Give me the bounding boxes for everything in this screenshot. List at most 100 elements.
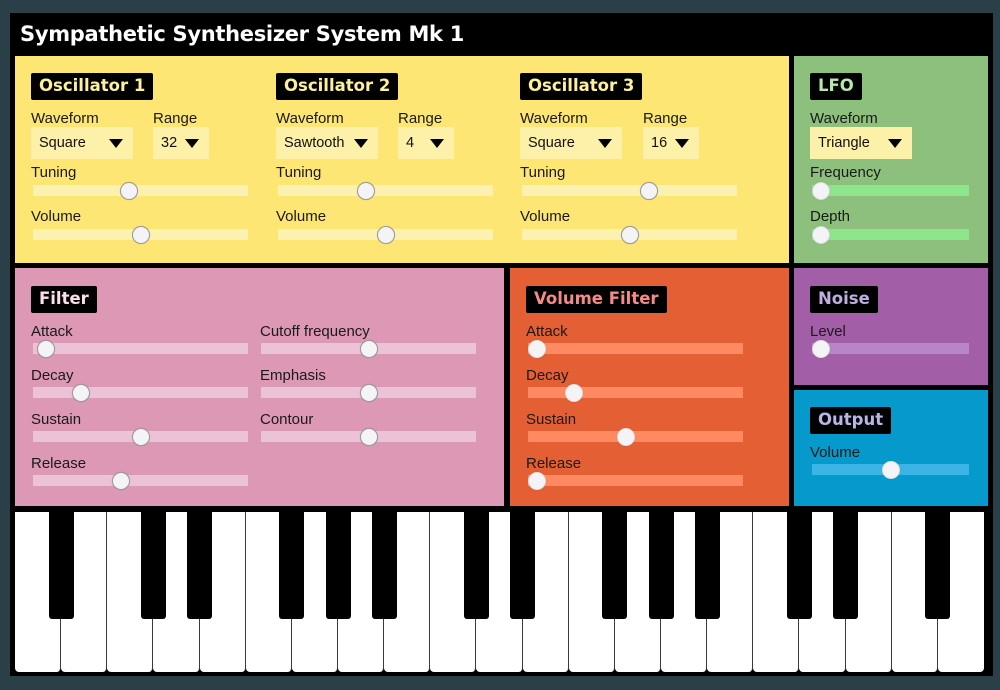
filter-cutoff-slider[interactable] — [261, 339, 476, 358]
oscillator-2-volume-slider[interactable] — [278, 225, 493, 244]
oscillator-3-title: Oscillator 3 — [520, 73, 643, 100]
oscillator-3-tuning-label: Tuning — [520, 164, 566, 181]
slider-thumb[interactable] — [376, 225, 395, 244]
slider-thumb[interactable] — [359, 427, 378, 446]
filter-cutoff-label: Cutoff frequency — [260, 323, 370, 340]
black-key-a-sharp[interactable] — [371, 512, 397, 619]
black-key-g-sharp[interactable] — [325, 512, 351, 619]
lfo-depth-slider[interactable] — [812, 225, 969, 244]
black-key-d-sharp[interactable] — [187, 512, 213, 619]
chevron-down-icon — [354, 138, 368, 148]
piano-keyboard — [15, 512, 984, 672]
filter-decay-slider[interactable] — [33, 383, 248, 402]
slider-thumb[interactable] — [119, 181, 138, 200]
slider-thumb[interactable] — [131, 225, 150, 244]
oscillator-3-tuning-slider[interactable] — [522, 181, 737, 200]
black-key-d-sharp[interactable] — [510, 512, 536, 619]
oscillator-1-range-label: Range — [153, 110, 198, 127]
black-key-f-sharp[interactable] — [925, 512, 951, 619]
filter-contour-slider[interactable] — [261, 427, 476, 446]
oscillator-1-waveform-value: Square — [39, 135, 86, 151]
filter-sustain-label: Sustain — [31, 411, 82, 428]
lfo-frequency-label: Frequency — [810, 164, 881, 181]
output-panel: Output Volume — [794, 390, 988, 506]
slider-thumb[interactable] — [131, 427, 150, 446]
oscillator-3-range-value: 16 — [651, 135, 668, 151]
oscillators-panel: Oscillator 1 Waveform Square Range 32 Tu… — [15, 56, 789, 263]
oscillator-2-range-value: 4 — [406, 135, 415, 151]
oscillator-3-range-label: Range — [643, 110, 688, 127]
volume-filter-decay-label: Decay — [526, 367, 569, 384]
black-key-f-sharp[interactable] — [279, 512, 305, 619]
oscillator-1-title: Oscillator 1 — [31, 73, 154, 100]
black-key-c-sharp[interactable] — [463, 512, 489, 619]
oscillator-1-range-select[interactable]: 32 — [153, 127, 209, 159]
oscillator-3-volume-label: Volume — [520, 208, 571, 225]
black-key-c-sharp[interactable] — [786, 512, 812, 619]
oscillator-3-waveform-value: Square — [528, 135, 575, 151]
oscillator-1-waveform-label: Waveform — [31, 110, 99, 127]
slider-thumb[interactable] — [359, 383, 378, 402]
black-key-c-sharp[interactable] — [140, 512, 166, 619]
oscillator-1-tuning-label: Tuning — [31, 164, 77, 181]
slider-thumb[interactable] — [565, 383, 584, 402]
slider-thumb[interactable] — [881, 460, 900, 479]
oscillator-2-range-label: Range — [398, 110, 443, 127]
lfo-panel: LFO Waveform Triangle Frequency Depth — [794, 56, 988, 263]
black-key-d-sharp[interactable] — [833, 512, 859, 619]
slider-thumb[interactable] — [812, 225, 830, 244]
filter-sustain-slider[interactable] — [33, 427, 248, 446]
volume-filter-attack-label: Attack — [526, 323, 568, 340]
oscillator-1-waveform-select[interactable]: Square — [31, 127, 133, 159]
oscillator-2-range-select[interactable]: 4 — [398, 127, 454, 159]
slider-thumb[interactable] — [72, 383, 91, 402]
filter-release-slider[interactable] — [33, 471, 248, 490]
slider-thumb[interactable] — [36, 339, 55, 358]
output-volume-slider[interactable] — [812, 460, 969, 479]
oscillator-2-waveform-value: Sawtooth — [284, 135, 345, 151]
lfo-waveform-label: Waveform — [810, 110, 878, 127]
volume-filter-title: Volume Filter — [526, 286, 667, 313]
volume-filter-release-slider[interactable] — [528, 471, 743, 490]
black-key-g-sharp[interactable] — [648, 512, 674, 619]
chevron-down-icon — [598, 138, 612, 148]
slider-thumb[interactable] — [528, 339, 546, 358]
slider-thumb[interactable] — [620, 225, 639, 244]
oscillator-3-volume-slider[interactable] — [522, 225, 737, 244]
slider-thumb[interactable] — [528, 471, 546, 490]
volume-filter-sustain-slider[interactable] — [528, 427, 743, 446]
black-key-a-sharp[interactable] — [48, 512, 74, 619]
noise-level-slider[interactable] — [812, 339, 969, 358]
filter-decay-label: Decay — [31, 367, 74, 384]
filter-attack-label: Attack — [31, 323, 73, 340]
volume-filter-release-label: Release — [526, 455, 582, 472]
lfo-waveform-value: Triangle — [818, 135, 870, 151]
oscillator-3-range-select[interactable]: 16 — [643, 127, 699, 159]
black-key-f-sharp[interactable] — [602, 512, 628, 619]
noise-level-label: Level — [810, 323, 846, 340]
chevron-down-icon — [185, 138, 199, 148]
oscillator-1-volume-slider[interactable] — [33, 225, 248, 244]
lfo-waveform-select[interactable]: Triangle — [810, 127, 912, 159]
slider-thumb[interactable] — [356, 181, 375, 200]
slider-thumb[interactable] — [812, 339, 830, 358]
slider-thumb[interactable] — [812, 181, 830, 200]
oscillator-3-waveform-select[interactable]: Square — [520, 127, 622, 159]
slider-thumb[interactable] — [359, 339, 378, 358]
oscillator-2-waveform-select[interactable]: Sawtooth — [276, 127, 378, 159]
slider-thumb[interactable] — [111, 471, 130, 490]
oscillator-1-tuning-slider[interactable] — [33, 181, 248, 200]
volume-filter-sustain-label: Sustain — [526, 411, 577, 428]
slider-thumb[interactable] — [640, 181, 659, 200]
black-key-a-sharp[interactable] — [694, 512, 720, 619]
chevron-down-icon — [675, 138, 689, 148]
oscillator-2-tuning-slider[interactable] — [278, 181, 493, 200]
volume-filter-decay-slider[interactable] — [528, 383, 743, 402]
chevron-down-icon — [430, 138, 444, 148]
slider-thumb[interactable] — [616, 427, 635, 446]
chevron-down-icon — [888, 138, 902, 148]
filter-emphasis-slider[interactable] — [261, 383, 476, 402]
filter-attack-slider[interactable] — [33, 339, 248, 358]
volume-filter-attack-slider[interactable] — [528, 339, 743, 358]
lfo-frequency-slider[interactable] — [812, 181, 969, 200]
